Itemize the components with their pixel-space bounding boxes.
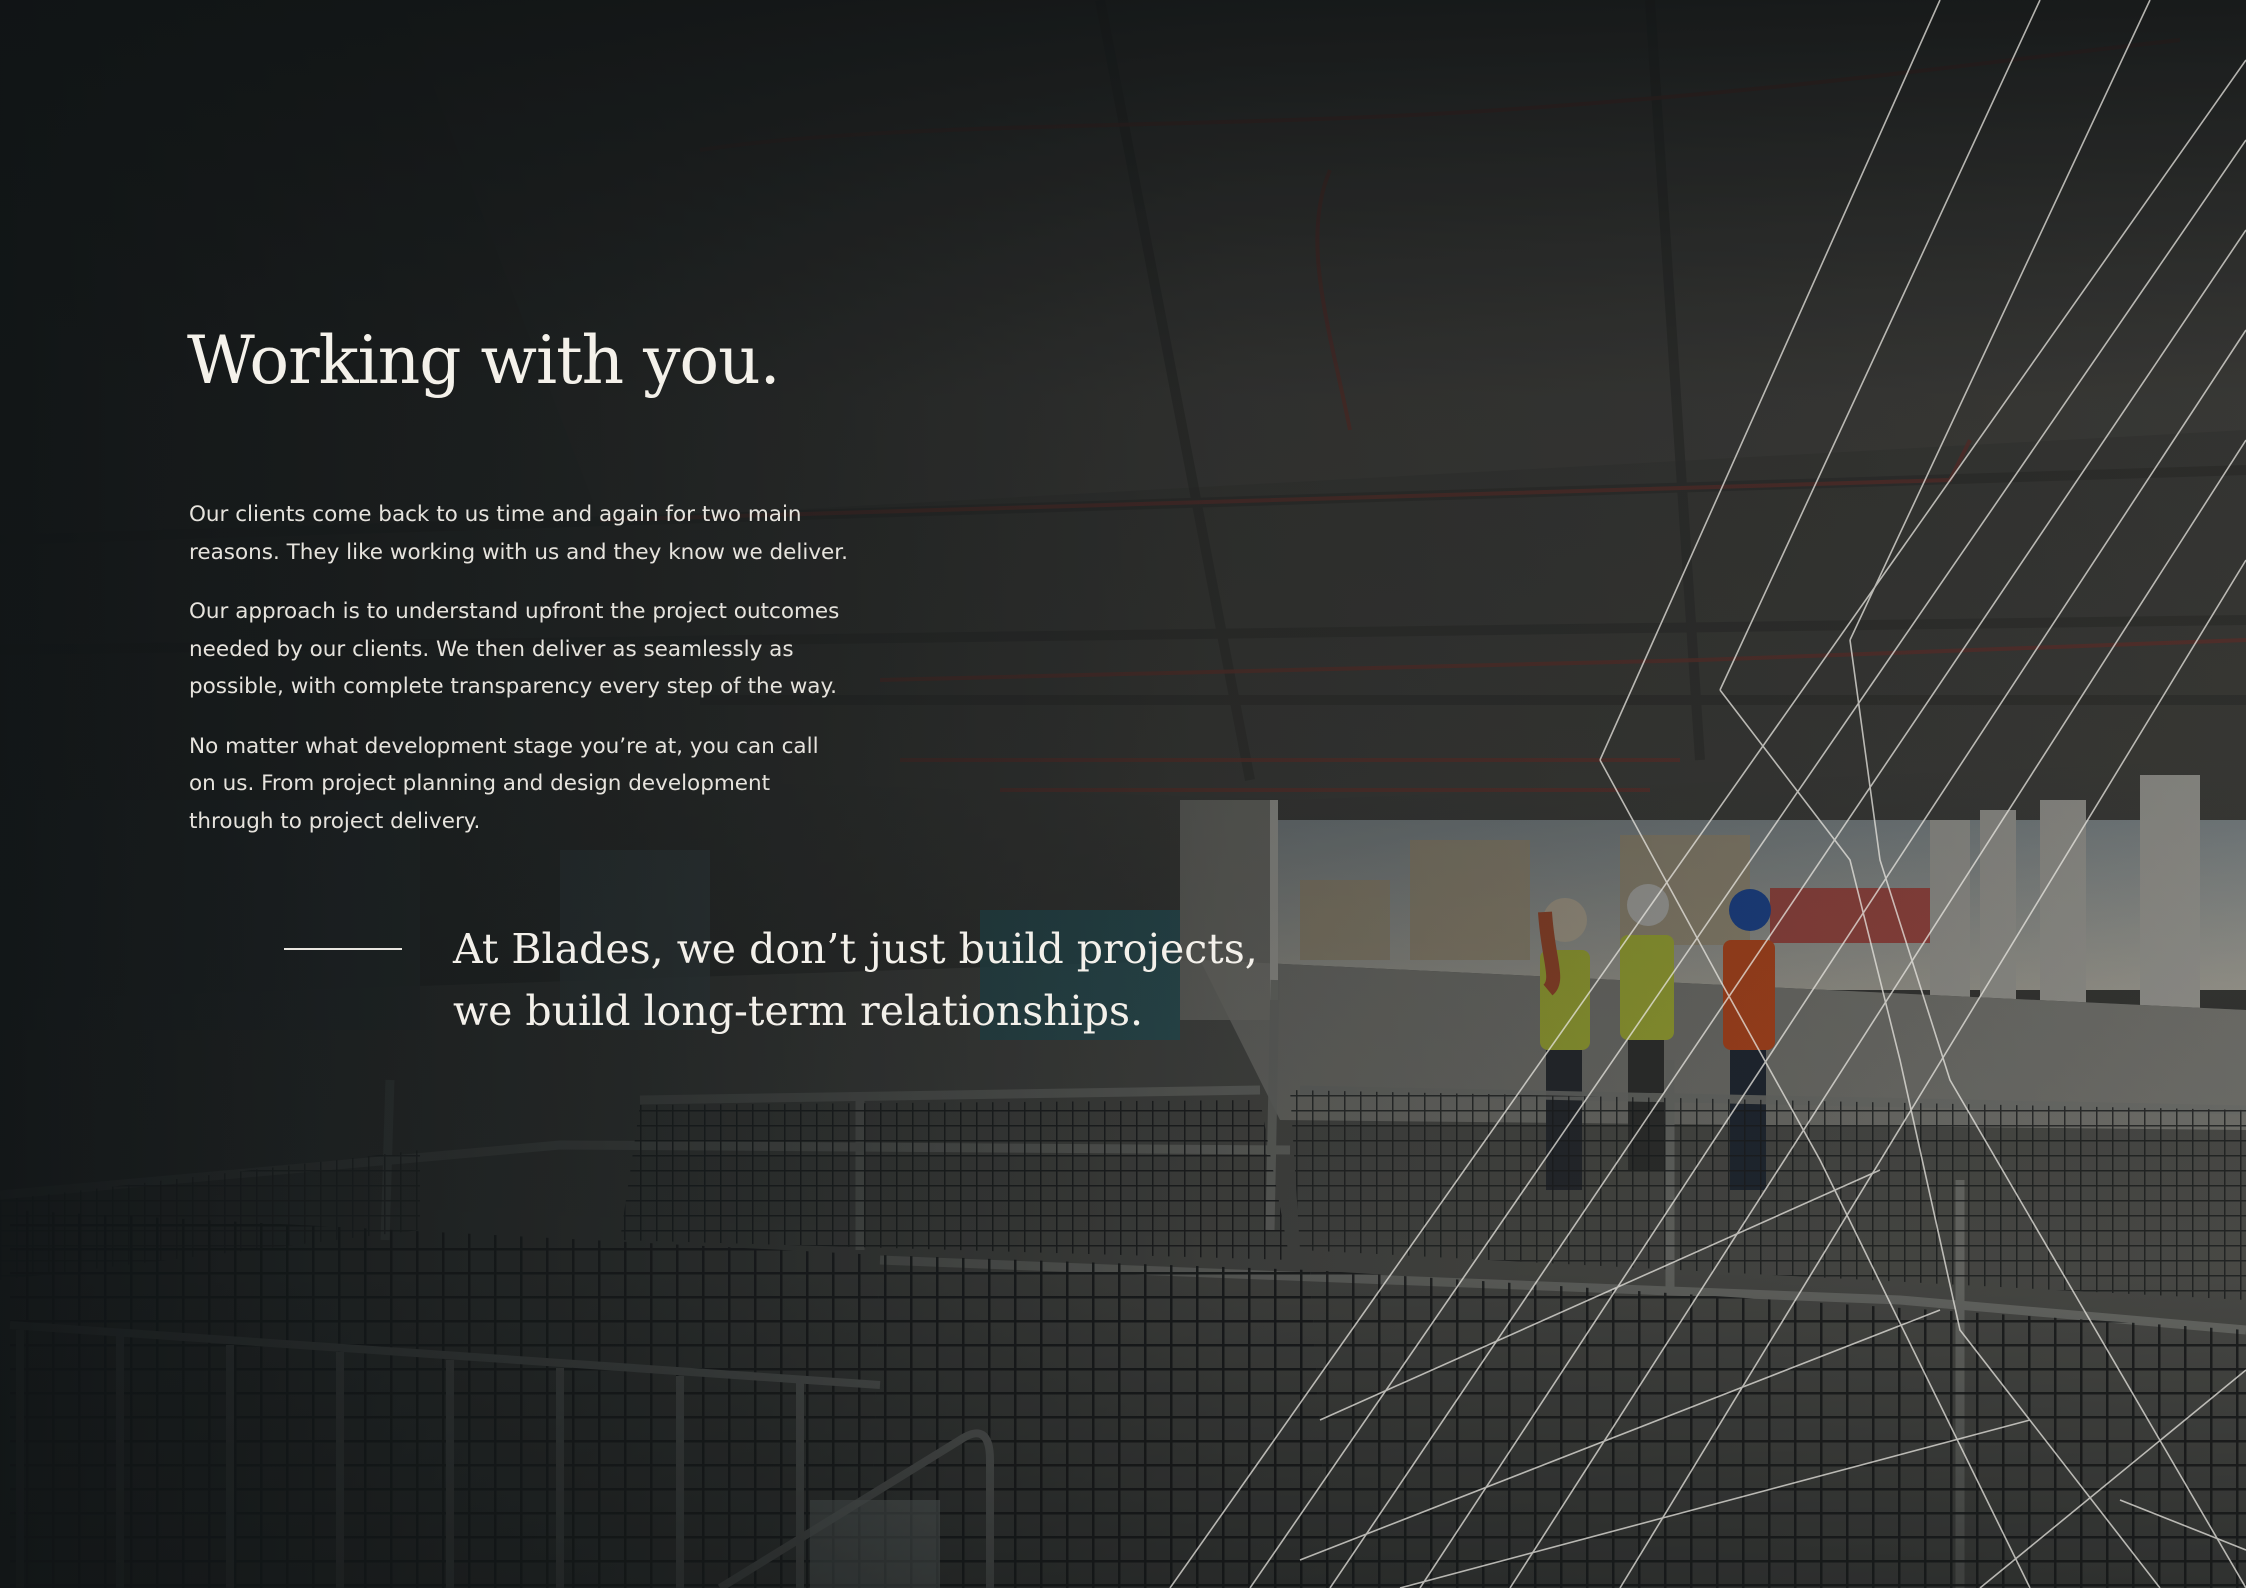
page-title: Working with you. xyxy=(187,322,781,399)
paragraph-1: Our clients come back to us time and aga… xyxy=(189,496,879,571)
paragraph-line: reasons. They like working with us and t… xyxy=(189,539,848,565)
paragraph-3: No matter what development stage you’re … xyxy=(189,728,879,841)
paragraph-line: Our clients come back to us time and aga… xyxy=(189,502,802,527)
paragraph-line: No matter what development stage you’re … xyxy=(189,733,819,759)
paragraph-line: on us. From project planning and design … xyxy=(189,771,771,796)
paragraph-line: through to project delivery. xyxy=(189,808,481,834)
paragraph-line: possible, with complete transparency eve… xyxy=(189,674,837,699)
intro-text: Our clients come back to us time and aga… xyxy=(189,496,879,862)
page-content: Working with you. Our clients come back … xyxy=(0,0,2246,1588)
paragraph-line: needed by our clients. We then deliver a… xyxy=(189,636,794,662)
paragraph-line: Our approach is to understand upfront th… xyxy=(189,599,840,624)
quote-rule xyxy=(284,948,402,950)
pull-quote-line: we build long-term relationships. xyxy=(453,987,1144,1035)
paragraph-2: Our approach is to understand upfront th… xyxy=(189,593,879,706)
pull-quote-line: At Blades, we don’t just build projects, xyxy=(453,925,1258,973)
pull-quote: At Blades, we don’t just build projects,… xyxy=(453,918,1258,1042)
